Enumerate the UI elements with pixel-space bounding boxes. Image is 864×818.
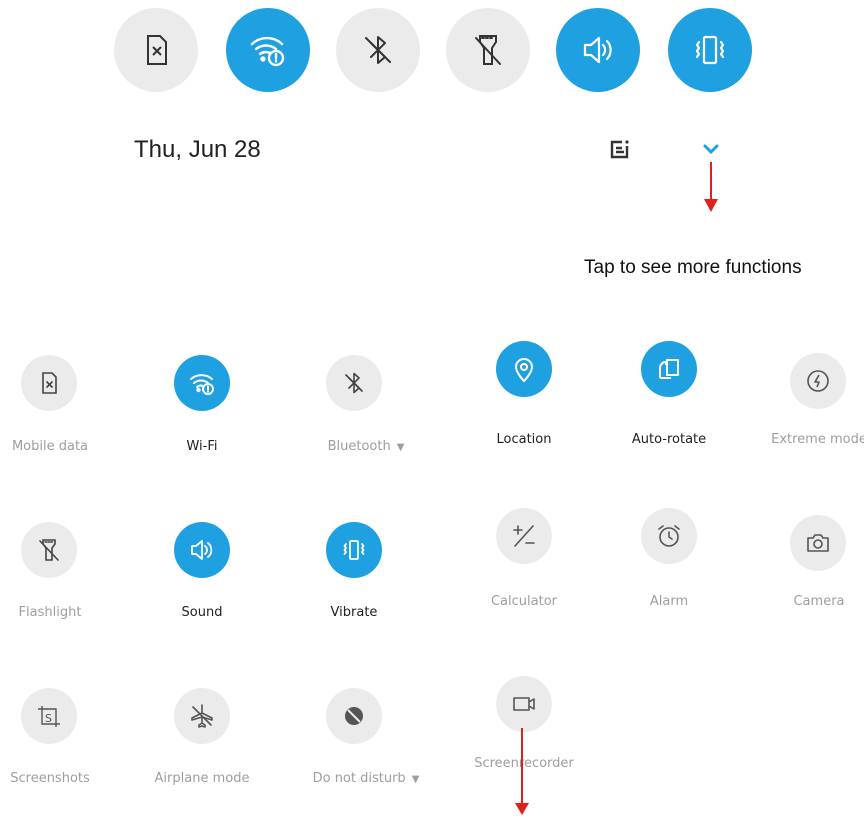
annotation-arrow-shaft (521, 728, 523, 804)
tile-label-calculator: Calculator (490, 594, 557, 609)
screenshots-tile[interactable]: S (21, 688, 77, 744)
sound-toggle[interactable] (556, 8, 640, 92)
bluetooth-tile[interactable] (326, 355, 382, 411)
chevron-down-icon[interactable] (701, 142, 721, 161)
date-label: Thu, Jun 28 (134, 136, 261, 163)
tile-label-do-not-disturb: Do not disturb ▼ (312, 771, 420, 786)
wifi-toggle[interactable] (226, 8, 310, 92)
extreme-mode-tile[interactable] (790, 353, 846, 409)
airplane-off-icon (187, 701, 217, 731)
bluetooth-toggle[interactable] (336, 8, 420, 92)
flashlight-toggle[interactable] (446, 8, 530, 92)
tile-label-vibrate: Vibrate (330, 605, 378, 620)
power-bolt-icon (804, 367, 832, 395)
bluetooth-off-icon (358, 30, 398, 70)
airplane-mode-tile[interactable] (174, 688, 230, 744)
tile-label-extreme-mode: Extreme mode (771, 432, 864, 447)
screenshot-icon: S (34, 701, 64, 731)
annotation-text: Tap to see more functions (584, 257, 802, 278)
wifi-alert-icon (186, 367, 218, 399)
alarm-tile[interactable] (641, 508, 697, 564)
screen-recorder-tile[interactable] (496, 676, 552, 732)
volume-icon (576, 28, 620, 72)
dropdown-caret-icon[interactable]: ▼ (412, 774, 420, 785)
annotation-arrow-shaft (710, 162, 712, 200)
do-not-disturb-icon (340, 702, 368, 730)
mobile-data-toggle[interactable] (114, 8, 198, 92)
tile-label-camera: Camera (793, 594, 845, 609)
tile-label-mobile-data: Mobile data (11, 439, 89, 454)
svg-text:S: S (45, 712, 52, 725)
calculator-icon (509, 521, 539, 551)
calculator-tile[interactable] (496, 508, 552, 564)
tile-label-screenshots: Screenshots (10, 771, 90, 786)
wifi-alert-icon (246, 28, 290, 72)
video-camera-icon (509, 689, 539, 719)
alarm-clock-icon (654, 521, 684, 551)
wifi-tile[interactable] (174, 355, 230, 411)
annotation-arrow-head (704, 199, 718, 212)
location-tile[interactable] (496, 341, 552, 397)
vibrate-icon (338, 534, 370, 566)
tile-label-wifi: Wi-Fi (186, 439, 218, 454)
volume-icon (186, 534, 218, 566)
sim-off-icon (136, 30, 176, 70)
vibrate-tile[interactable] (326, 522, 382, 578)
edit-tiles-icon[interactable] (609, 138, 631, 165)
location-pin-icon (509, 354, 539, 384)
flashlight-off-icon (468, 30, 508, 70)
camera-icon (803, 528, 833, 558)
sim-off-icon (35, 369, 63, 397)
vibrate-icon (688, 28, 732, 72)
sound-tile[interactable] (174, 522, 230, 578)
flashlight-off-icon (35, 536, 63, 564)
tile-label-sound: Sound (181, 605, 223, 620)
mobile-data-tile[interactable] (21, 355, 77, 411)
flashlight-tile[interactable] (21, 522, 77, 578)
tile-label-airplane-mode: Airplane mode (154, 771, 250, 786)
tile-label-bluetooth: Bluetooth ▼ (327, 439, 405, 454)
do-not-disturb-tile[interactable] (326, 688, 382, 744)
dropdown-caret-icon[interactable]: ▼ (397, 442, 405, 453)
tile-label-auto-rotate: Auto-rotate (631, 432, 707, 447)
auto-rotate-icon (654, 354, 684, 384)
tile-label-screen-recorder: Screenrecorder (474, 756, 574, 771)
annotation-arrow-head (515, 803, 529, 815)
auto-rotate-tile[interactable] (641, 341, 697, 397)
tile-label-flashlight: Flashlight (18, 605, 82, 620)
tile-label-alarm: Alarm (649, 594, 689, 609)
bluetooth-off-icon (340, 369, 368, 397)
tile-label-location: Location (496, 432, 552, 447)
vibrate-toggle[interactable] (668, 8, 752, 92)
camera-tile[interactable] (790, 515, 846, 571)
